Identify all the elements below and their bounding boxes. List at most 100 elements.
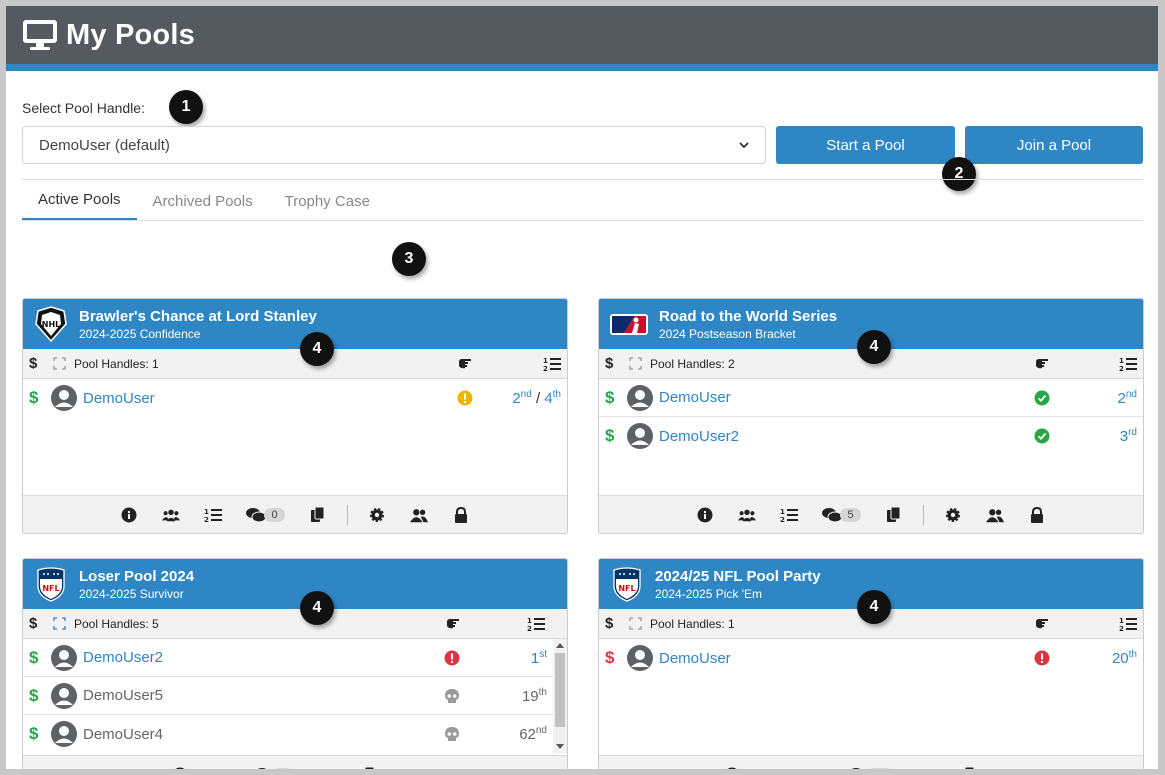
copy-icon[interactable] [959, 766, 977, 769]
chat-button[interactable]: 0 [246, 507, 285, 523]
paid-dollar-icon: $ [29, 724, 39, 743]
ranking-icon[interactable]: 12 [780, 507, 799, 523]
user-group-icon[interactable] [409, 507, 428, 523]
users-icon[interactable] [162, 507, 181, 523]
members-scrollbar[interactable] [553, 639, 567, 753]
ranking-icon[interactable]: 12 [807, 767, 825, 770]
svg-text:NHL: NHL [42, 320, 61, 329]
tab-archived-pools[interactable]: Archived Pools [137, 180, 269, 220]
nhl-logo-icon: NHL [35, 306, 67, 342]
copy-icon[interactable] [359, 766, 377, 769]
list-item[interactable]: $ DemoUser2 1st [23, 639, 553, 677]
svg-text:2: 2 [1119, 625, 1124, 632]
monitor-icon [23, 20, 57, 50]
expand-icon[interactable] [629, 357, 642, 370]
user-group-icon[interactable] [985, 507, 1004, 523]
expand-icon[interactable] [53, 357, 66, 370]
member-name[interactable]: DemoUser2 [83, 649, 163, 666]
member-name[interactable]: DemoUser2 [659, 428, 739, 445]
avatar-icon [51, 644, 77, 671]
gear-icon[interactable] [944, 507, 962, 523]
dollar-icon: $ [29, 355, 38, 372]
paid-dollar-icon: $ [29, 685, 39, 705]
copy-icon[interactable] [885, 506, 903, 523]
users-icon[interactable] [738, 507, 757, 523]
comments-icon [256, 767, 267, 769]
pool-card-header[interactable]: NHL Brawler's Chance at Lord Stanley 202… [23, 299, 567, 349]
pool-card-toolbar: 12 0 [23, 495, 567, 533]
chat-button[interactable]: 5 [822, 507, 861, 523]
svg-text:NFL: NFL [618, 584, 635, 593]
ranking-icon[interactable]: 12 [213, 767, 231, 769]
expand-icon[interactable] [53, 617, 66, 630]
pool-subtitle: 2024-2025 Pick 'Em [655, 586, 763, 601]
users-icon[interactable] [765, 767, 783, 770]
info-icon[interactable] [696, 507, 714, 523]
chat-button[interactable]: 15 [849, 767, 894, 769]
pointing-hand-icon [1036, 358, 1048, 368]
svg-text:1: 1 [1119, 617, 1124, 625]
info-icon[interactable] [171, 767, 189, 769]
chevron-down-icon [739, 142, 749, 149]
gear-icon[interactable] [368, 507, 386, 523]
add-user-icon[interactable] [1001, 767, 1019, 769]
svg-text:2: 2 [527, 625, 532, 632]
list-item[interactable]: $ DemoUser4 62nd [23, 715, 553, 753]
pool-handles-count: Pool Handles: 5 [74, 616, 159, 631]
svg-text:2: 2 [543, 365, 548, 372]
list-item[interactable]: $ DemoUser 2nd / 4th [23, 379, 567, 417]
chat-button[interactable]: 3 [255, 767, 294, 769]
lock-icon[interactable] [1028, 506, 1046, 523]
pool-card: Road to the World Series 2024 Postseason… [598, 298, 1144, 534]
start-pool-button[interactable]: Start a Pool [776, 126, 955, 164]
list-item[interactable]: $ DemoUser2 3rd [599, 417, 1143, 455]
accent-bar [6, 64, 1158, 71]
member-name[interactable]: DemoUser4 [83, 726, 163, 743]
list-item[interactable]: $ DemoUser 2nd [599, 379, 1143, 417]
svg-text:2: 2 [1119, 365, 1124, 372]
member-name[interactable]: DemoUser5 [83, 687, 163, 704]
svg-text:2: 2 [204, 516, 209, 523]
title-bar: My Pools [6, 6, 1158, 64]
pool-handle-select[interactable]: DemoUser (default) [22, 126, 766, 164]
toolbar-separator [346, 504, 348, 525]
member-rank: 62nd [519, 725, 547, 743]
svg-text:1: 1 [543, 357, 548, 365]
ranking-icon[interactable]: 12 [204, 507, 223, 523]
copy-icon[interactable] [309, 506, 327, 523]
svg-text:1: 1 [204, 508, 209, 516]
envelope-icon[interactable] [917, 767, 935, 769]
lock-icon[interactable] [452, 506, 470, 523]
comments-icon [822, 507, 843, 522]
callout-4: 4 [300, 332, 334, 366]
avatar-icon [51, 721, 77, 747]
pool-card-header[interactable]: NFL Loser Pool 2024 2024-2025 Survivor [23, 559, 567, 609]
list-item[interactable]: $ DemoUser5 19th [23, 677, 553, 715]
info-icon[interactable] [723, 767, 741, 769]
pool-subtitle: 2024-2025 Confidence [79, 326, 201, 341]
pool-subheader: $ Pool Handles: 1 12 [23, 349, 567, 379]
mlb-logo-icon [610, 314, 648, 335]
svg-text:1: 1 [807, 768, 812, 770]
pool-handles-count: Pool Handles: 1 [74, 356, 159, 371]
chat-count-badge: 3 [272, 767, 294, 769]
member-name[interactable]: DemoUser [659, 650, 731, 667]
svg-text:NFL: NFL [42, 584, 59, 593]
member-rank: 19th [521, 686, 547, 705]
member-name[interactable]: DemoUser [83, 390, 155, 407]
expand-icon[interactable] [629, 617, 642, 630]
member-rank: 3rd [1119, 427, 1137, 445]
pool-handles-count: Pool Handles: 2 [650, 356, 735, 371]
svg-text:2: 2 [780, 516, 785, 523]
envelope-icon[interactable] [317, 767, 335, 769]
tab-active-pools[interactable]: Active Pools [22, 180, 137, 220]
callout-4: 4 [857, 590, 891, 624]
add-user-icon[interactable] [401, 767, 419, 769]
tab-trophy-case[interactable]: Trophy Case [269, 180, 386, 220]
dollar-icon: $ [605, 615, 614, 632]
list-item[interactable]: $ DemoUser 20th [599, 639, 1143, 677]
member-name[interactable]: DemoUser [659, 389, 731, 406]
join-pool-button[interactable]: Join a Pool [965, 126, 1143, 164]
info-icon[interactable] [120, 507, 138, 523]
pool-card: NFL 2024/25 NFL Pool Party 2024-2025 Pic… [598, 558, 1144, 769]
